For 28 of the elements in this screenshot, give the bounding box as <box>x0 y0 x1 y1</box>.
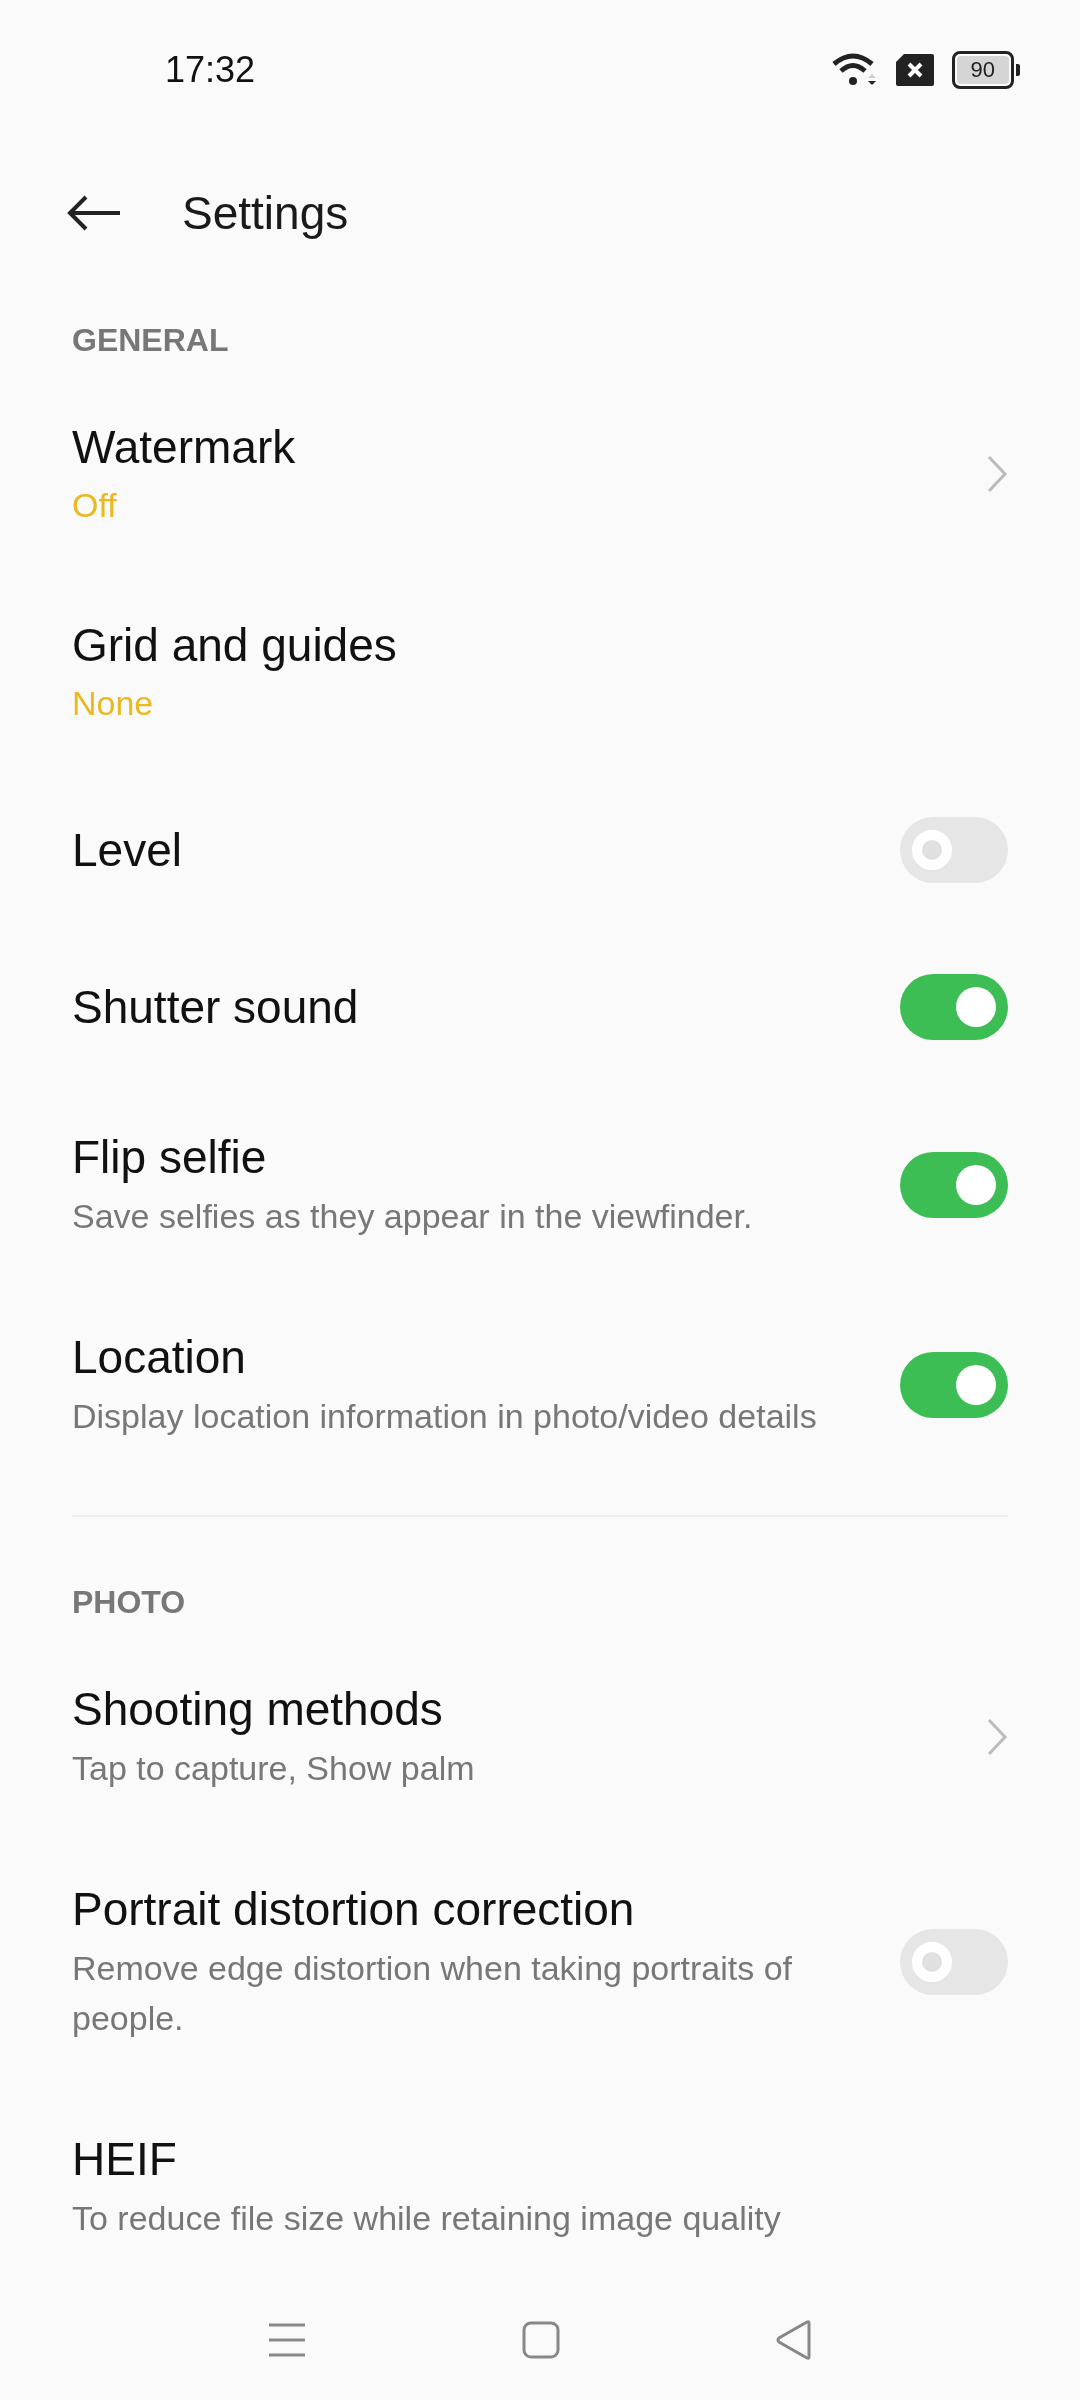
setting-description: To reduce file size while retaining image quality <box>72 2198 782 2239</box>
setting-description: Save selfies as they appear in the viewfinder. <box>72 1196 754 1237</box>
status-time: 17:32 <box>165 49 256 91</box>
chevron-right-icon <box>986 1717 1008 1757</box>
sim-icon <box>895 54 934 86</box>
page-title: Settings <box>182 185 349 240</box>
setting-description: Display location information in photo/video details <box>72 1396 818 1437</box>
back-icon[interactable] <box>774 2320 813 2360</box>
home-icon[interactable] <box>522 2321 560 2359</box>
setting-value: None <box>72 683 155 724</box>
section-header: PHOTO <box>71 1583 187 1622</box>
setting-description: Remove edge distortion when taking portraits of people. <box>72 1948 794 2039</box>
setting-value: Off <box>72 485 118 526</box>
wifi-icon <box>831 52 878 88</box>
setting-title: HEIF <box>72 2132 178 2187</box>
setting-title: Grid and guides <box>72 618 398 673</box>
setting-description: Tap to capture, Show palm <box>72 1748 476 1789</box>
setting-title: Watermark <box>72 420 297 475</box>
setting-title: Shooting methods <box>72 1682 444 1737</box>
setting-title: Portrait distortion correction <box>72 1882 636 1937</box>
setting-title: Shutter sound <box>72 979 360 1035</box>
setting-title: Location <box>72 1330 247 1385</box>
chevron-right-icon <box>986 454 1008 494</box>
section-header: GENERAL <box>71 321 230 360</box>
setting-title: Level <box>72 822 183 878</box>
setting-title: Flip selfie <box>72 1130 268 1185</box>
battery-indicator: 90 <box>951 51 1020 89</box>
menu-icon[interactable] <box>267 2322 308 2358</box>
